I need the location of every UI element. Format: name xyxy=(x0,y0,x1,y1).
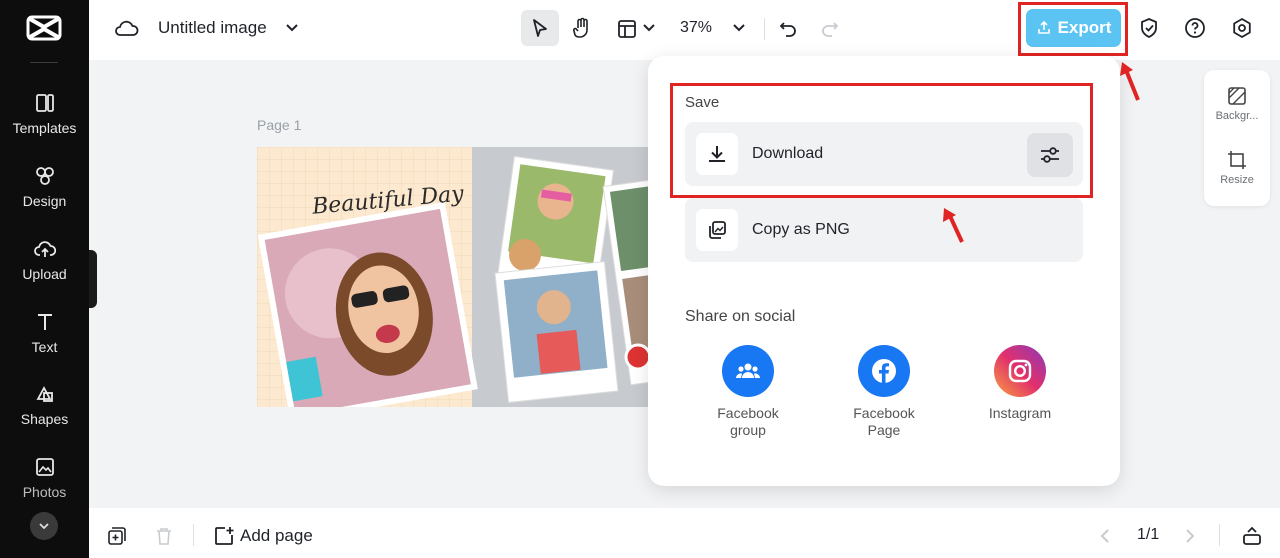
sidebar-item-label: Design xyxy=(22,193,67,209)
shield-icon[interactable] xyxy=(1137,16,1161,40)
sidebar-item-label: Text xyxy=(31,339,58,355)
settings-gear-icon[interactable] xyxy=(1230,16,1254,40)
sidebar-item-shapes[interactable]: Shapes xyxy=(0,383,89,439)
export-button-label: Export xyxy=(1057,18,1112,37)
facebook-group-icon xyxy=(722,345,774,397)
share-facebook-page[interactable]: Facebook Page xyxy=(829,345,939,439)
sidebar-item-upload[interactable]: Upload xyxy=(0,238,89,294)
document-title[interactable]: Untitled image xyxy=(158,18,267,38)
text-icon xyxy=(37,314,52,330)
sidebar-item-text[interactable]: Text xyxy=(0,311,89,367)
background-label: Backgr... xyxy=(1215,110,1259,122)
copy-icon-box xyxy=(696,209,738,251)
bottom-divider xyxy=(193,524,194,546)
chevron-down-icon xyxy=(39,523,49,530)
duplicate-page-icon[interactable] xyxy=(106,525,128,547)
title-menu-chevron-icon[interactable] xyxy=(282,18,302,38)
sidebar-item-photos[interactable]: Photos xyxy=(0,456,89,512)
resize-button[interactable]: Resize xyxy=(1204,150,1270,186)
add-page-button[interactable]: Add page xyxy=(240,526,313,546)
export-upload-icon xyxy=(1037,20,1050,34)
share-facebook-group[interactable]: Facebook group xyxy=(693,345,803,439)
resize-icon xyxy=(1228,151,1246,169)
sidebar-item-label: Photos xyxy=(22,484,67,500)
help-icon[interactable] xyxy=(1183,16,1207,40)
previous-page-icon[interactable] xyxy=(1097,526,1113,546)
export-button[interactable]: Export xyxy=(1026,9,1121,47)
instagram-label: Instagram xyxy=(988,405,1052,421)
shapes-icon xyxy=(35,386,53,402)
copy-as-png-button[interactable]: Copy as PNG xyxy=(685,198,1083,262)
facebook-page-label: Facebook Page xyxy=(853,405,915,438)
design-artwork[interactable]: Beautiful Day xyxy=(257,147,677,407)
delete-page-icon[interactable] xyxy=(153,525,175,547)
design-icon xyxy=(35,167,54,185)
zoom-level[interactable]: 37% xyxy=(680,19,712,37)
layout-chevron-icon[interactable] xyxy=(641,20,657,36)
share-instagram[interactable]: Instagram xyxy=(965,345,1075,422)
next-page-icon[interactable] xyxy=(1182,526,1198,546)
photos-icon xyxy=(35,458,54,476)
toolbar-divider xyxy=(764,18,765,40)
save-highlight-box xyxy=(670,83,1093,198)
copy-as-png-label: Copy as PNG xyxy=(752,221,850,238)
facebook-icon xyxy=(858,345,910,397)
capcut-logo-icon[interactable] xyxy=(26,13,62,43)
expand-pages-icon[interactable] xyxy=(1240,524,1264,548)
sidebar-item-label: Upload xyxy=(22,266,67,282)
resize-label: Resize xyxy=(1220,174,1254,186)
cloud-save-icon[interactable] xyxy=(114,17,140,41)
add-page-icon[interactable] xyxy=(212,524,236,548)
sidebar-collapse-handle[interactable] xyxy=(89,250,97,308)
pointer-icon xyxy=(529,17,551,39)
sidebar-item-templates[interactable]: Templates xyxy=(0,92,89,148)
page-label: Page 1 xyxy=(257,117,302,133)
background-button[interactable]: Backgr... xyxy=(1204,86,1270,122)
sidebar-item-label: Templates xyxy=(12,120,77,136)
zoom-chevron-icon[interactable] xyxy=(730,20,748,36)
sidebar-item-label: Shapes xyxy=(20,411,69,427)
copy-image-icon xyxy=(709,221,726,239)
upload-cloud-icon xyxy=(33,241,56,257)
page-indicator: 1/1 xyxy=(1137,526,1160,543)
instagram-icon xyxy=(994,345,1046,397)
left-sidebar: Templates Design Upload Text Shapes Phot… xyxy=(0,0,89,558)
hand-tool-icon[interactable] xyxy=(570,16,594,40)
templates-icon xyxy=(35,94,54,112)
background-icon xyxy=(1228,87,1246,105)
annotation-arrow-export xyxy=(1120,62,1140,101)
sidebar-item-design[interactable]: Design xyxy=(0,165,89,221)
undo-icon[interactable] xyxy=(776,17,800,41)
annotation-arrow-download xyxy=(943,208,964,243)
facebook-group-label: Facebook group xyxy=(717,405,779,438)
share-section-label: Share on social xyxy=(685,308,796,325)
sidebar-divider xyxy=(30,62,58,63)
layout-icon[interactable] xyxy=(615,17,639,41)
bottom-divider xyxy=(1219,524,1220,546)
right-tools-panel: Backgr... Resize xyxy=(1204,70,1270,206)
more-tools-button[interactable] xyxy=(30,512,58,540)
redo-icon[interactable] xyxy=(818,17,842,41)
